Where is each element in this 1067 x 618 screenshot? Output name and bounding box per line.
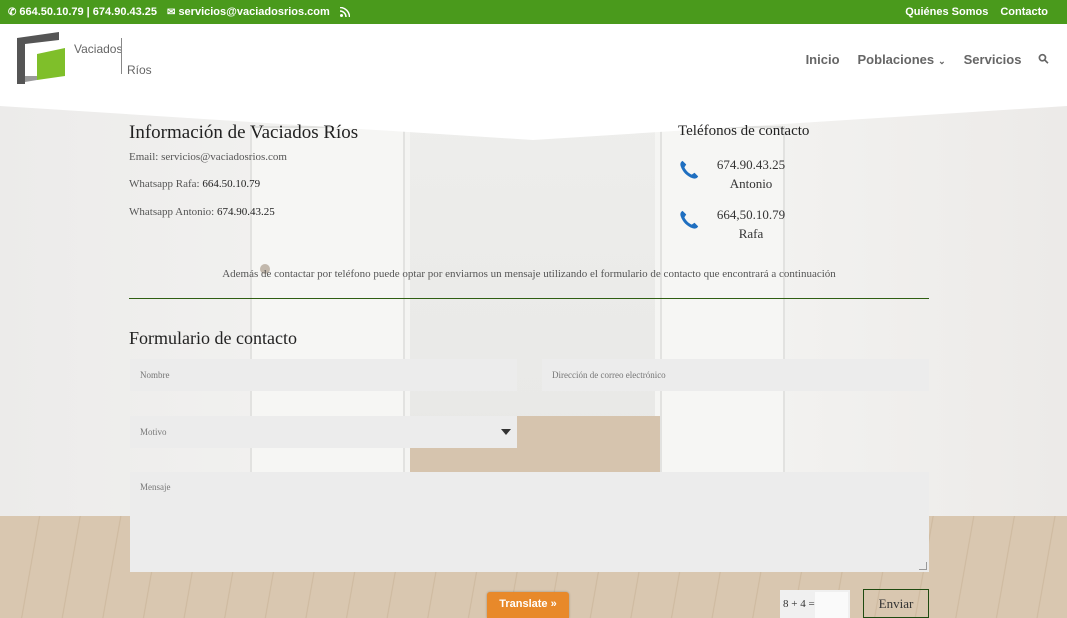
header-chevron-shape	[0, 96, 1067, 140]
resize-handle-icon[interactable]	[919, 562, 927, 570]
doorknob	[260, 264, 270, 274]
main-nav: Inicio Poblaciones ⌄ Servicios ⚲	[806, 50, 1053, 67]
send-button[interactable]: Enviar	[863, 589, 929, 618]
translate-button[interactable]: Translate »	[487, 592, 569, 618]
nav-inicio[interactable]: Inicio	[806, 52, 840, 67]
logo-divider	[121, 38, 122, 74]
top-bar: ✆ 664.50.10.79 | 674.90.43.25 ✉ servicio…	[0, 0, 1067, 24]
name-field[interactable]	[130, 359, 517, 391]
message-field[interactable]: Mensaje	[130, 472, 929, 572]
nav-poblaciones[interactable]: Poblaciones ⌄	[858, 52, 946, 67]
left-door	[250, 126, 405, 516]
logo-mark-icon	[17, 32, 65, 84]
nav-contacto[interactable]: Contacto	[1000, 6, 1048, 18]
nav-quienes-somos[interactable]: Quiénes Somos	[905, 6, 988, 18]
logo-text-line1: Vaciados	[74, 42, 123, 56]
topbar-phones[interactable]: ✆ 664.50.10.79 | 674.90.43.25	[8, 6, 157, 18]
right-door	[660, 126, 785, 516]
topbar-email[interactable]: ✉ servicios@vaciadosrios.com	[167, 6, 330, 18]
site-logo[interactable]: Vaciados Ríos	[17, 32, 157, 88]
nav-servicios[interactable]: Servicios	[964, 52, 1022, 67]
motivo-select[interactable]: Motivo	[130, 416, 517, 448]
rss-icon	[339, 7, 350, 17]
email-field[interactable]	[542, 359, 929, 391]
envelope-icon: ✉	[167, 6, 176, 18]
rss-link[interactable]	[339, 7, 350, 17]
dropdown-arrow-icon	[501, 429, 511, 435]
search-icon[interactable]: ⚲	[1035, 50, 1053, 68]
phone-icon: ✆	[8, 6, 17, 18]
site-header: Vaciados Ríos Inicio Poblaciones ⌄ Servic…	[0, 24, 1067, 96]
chevron-down-icon: ⌄	[938, 55, 946, 66]
logo-text-line2: Ríos	[127, 63, 152, 77]
captcha-input[interactable]	[815, 592, 848, 618]
